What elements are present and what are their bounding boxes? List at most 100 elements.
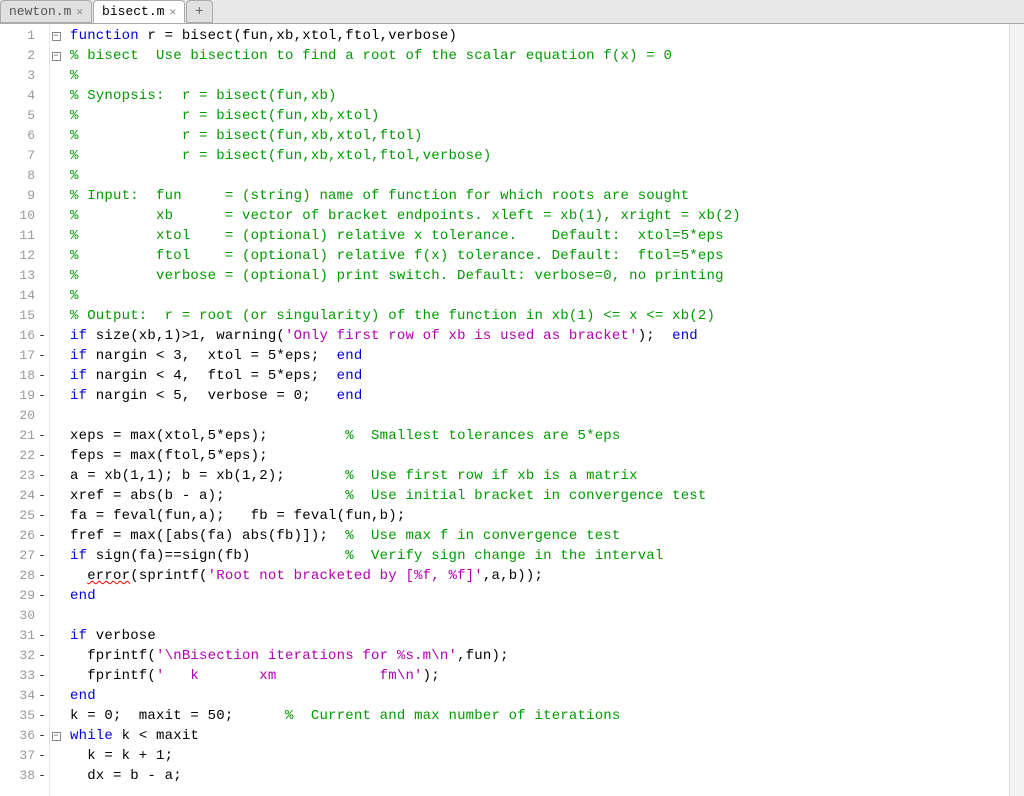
fold-row[interactable]: −: [50, 26, 62, 46]
gutter-row[interactable]: 7: [0, 146, 49, 166]
gutter-row[interactable]: 34-: [0, 686, 49, 706]
gutter-row[interactable]: 11: [0, 226, 49, 246]
code-area[interactable]: function r = bisect(fun,xb,xtol,ftol,ver…: [62, 24, 1009, 796]
breakpoint-dash: -: [38, 506, 46, 526]
gutter-row[interactable]: 2: [0, 46, 49, 66]
code-line[interactable]: [70, 406, 1009, 426]
line-number: 26: [11, 526, 35, 546]
gutter-row[interactable]: 21-: [0, 426, 49, 446]
code-line[interactable]: dx = b - a;: [70, 766, 1009, 786]
code-line[interactable]: fref = max([abs(fa) abs(fb)]); % Use max…: [70, 526, 1009, 546]
close-icon[interactable]: ✕: [169, 5, 176, 19]
gutter-row[interactable]: 8: [0, 166, 49, 186]
gutter-row[interactable]: 20: [0, 406, 49, 426]
gutter-row[interactable]: 36-: [0, 726, 49, 746]
code-line[interactable]: if nargin < 5, verbose = 0; end: [70, 386, 1009, 406]
line-number: 19: [11, 386, 35, 406]
code-line[interactable]: feps = max(ftol,5*eps);: [70, 446, 1009, 466]
gutter-row[interactable]: 30: [0, 606, 49, 626]
code-line[interactable]: if size(xb,1)>1, warning('Only first row…: [70, 326, 1009, 346]
code-line[interactable]: xref = abs(b - a); % Use initial bracket…: [70, 486, 1009, 506]
code-line[interactable]: % xb = vector of bracket endpoints. xlef…: [70, 206, 1009, 226]
code-line[interactable]: [70, 606, 1009, 626]
code-line[interactable]: end: [70, 686, 1009, 706]
gutter-row[interactable]: 9: [0, 186, 49, 206]
gutter-row[interactable]: 28-: [0, 566, 49, 586]
fold-row: [50, 706, 62, 726]
code-line[interactable]: % verbose = (optional) print switch. Def…: [70, 266, 1009, 286]
fold-row: [50, 386, 62, 406]
line-number: 20: [11, 406, 35, 426]
code-line[interactable]: k = k + 1;: [70, 746, 1009, 766]
tab-bisect[interactable]: bisect.m ✕: [93, 0, 185, 23]
gutter-row[interactable]: 6: [0, 126, 49, 146]
fold-minus-icon[interactable]: −: [52, 52, 61, 61]
code-line[interactable]: % Synopsis: r = bisect(fun,xb): [70, 86, 1009, 106]
gutter-row[interactable]: 13: [0, 266, 49, 286]
gutter-row[interactable]: 16-: [0, 326, 49, 346]
code-line[interactable]: if sign(fa)==sign(fb) % Verify sign chan…: [70, 546, 1009, 566]
close-icon[interactable]: ✕: [76, 5, 83, 19]
tab-newton[interactable]: newton.m ✕: [0, 0, 92, 23]
code-line[interactable]: error(sprintf('Root not bracketed by [%f…: [70, 566, 1009, 586]
gutter-row[interactable]: 26-: [0, 526, 49, 546]
vertical-scrollbar[interactable]: [1009, 24, 1024, 796]
code-line[interactable]: % r = bisect(fun,xb,xtol): [70, 106, 1009, 126]
gutter-row[interactable]: 37-: [0, 746, 49, 766]
code-line[interactable]: %: [70, 66, 1009, 86]
code-line[interactable]: function r = bisect(fun,xb,xtol,ftol,ver…: [70, 26, 1009, 46]
code-line[interactable]: if nargin < 4, ftol = 5*eps; end: [70, 366, 1009, 386]
code-line[interactable]: k = 0; maxit = 50; % Current and max num…: [70, 706, 1009, 726]
gutter-row[interactable]: 23-: [0, 466, 49, 486]
gutter-row[interactable]: 14: [0, 286, 49, 306]
code-line[interactable]: if verbose: [70, 626, 1009, 646]
gutter-row[interactable]: 15: [0, 306, 49, 326]
gutter-row[interactable]: 25-: [0, 506, 49, 526]
fold-minus-icon[interactable]: −: [52, 732, 61, 741]
code-line[interactable]: fprintf(' k xm fm\n');: [70, 666, 1009, 686]
gutter-row[interactable]: 35-: [0, 706, 49, 726]
gutter-row[interactable]: 5: [0, 106, 49, 126]
fold-row[interactable]: −: [50, 46, 62, 66]
gutter-row[interactable]: 22-: [0, 446, 49, 466]
fold-minus-icon[interactable]: −: [52, 32, 61, 41]
code-line[interactable]: % r = bisect(fun,xb,xtol,ftol,verbose): [70, 146, 1009, 166]
code-line[interactable]: %: [70, 286, 1009, 306]
fold-row: [50, 86, 62, 106]
gutter-row[interactable]: 32-: [0, 646, 49, 666]
gutter-row[interactable]: 29-: [0, 586, 49, 606]
code-line[interactable]: xeps = max(xtol,5*eps); % Smallest toler…: [70, 426, 1009, 446]
tab-label: bisect.m: [102, 4, 164, 19]
gutter-row[interactable]: 4: [0, 86, 49, 106]
gutter-row[interactable]: 12: [0, 246, 49, 266]
code-line[interactable]: % r = bisect(fun,xb,xtol,ftol): [70, 126, 1009, 146]
code-line[interactable]: end: [70, 586, 1009, 606]
gutter-row[interactable]: 24-: [0, 486, 49, 506]
gutter-row[interactable]: 31-: [0, 626, 49, 646]
gutter-row[interactable]: 1: [0, 26, 49, 46]
gutter-row[interactable]: 33-: [0, 666, 49, 686]
code-line[interactable]: fprintf('\nBisection iterations for %s.m…: [70, 646, 1009, 666]
gutter-row[interactable]: 19-: [0, 386, 49, 406]
code-line[interactable]: a = xb(1,1); b = xb(1,2); % Use first ro…: [70, 466, 1009, 486]
code-line[interactable]: % xtol = (optional) relative x tolerance…: [70, 226, 1009, 246]
gutter-row[interactable]: 10: [0, 206, 49, 226]
gutter-row[interactable]: 17-: [0, 346, 49, 366]
line-gutter: 12345678910111213141516-17-18-19-2021-22…: [0, 24, 50, 796]
code-line[interactable]: fa = feval(fun,a); fb = feval(fun,b);: [70, 506, 1009, 526]
breakpoint-dash: -: [38, 486, 46, 506]
gutter-row[interactable]: 38-: [0, 766, 49, 786]
gutter-row[interactable]: 27-: [0, 546, 49, 566]
code-line[interactable]: % Output: r = root (or singularity) of t…: [70, 306, 1009, 326]
fold-row: [50, 126, 62, 146]
code-line[interactable]: % ftol = (optional) relative f(x) tolera…: [70, 246, 1009, 266]
gutter-row[interactable]: 3: [0, 66, 49, 86]
gutter-row[interactable]: 18-: [0, 366, 49, 386]
code-line[interactable]: % Input: fun = (string) name of function…: [70, 186, 1009, 206]
code-line[interactable]: while k < maxit: [70, 726, 1009, 746]
fold-row[interactable]: −: [50, 726, 62, 746]
add-tab-button[interactable]: +: [186, 0, 212, 23]
code-line[interactable]: %: [70, 166, 1009, 186]
code-line[interactable]: if nargin < 3, xtol = 5*eps; end: [70, 346, 1009, 366]
code-line[interactable]: % bisect Use bisection to find a root of…: [70, 46, 1009, 66]
